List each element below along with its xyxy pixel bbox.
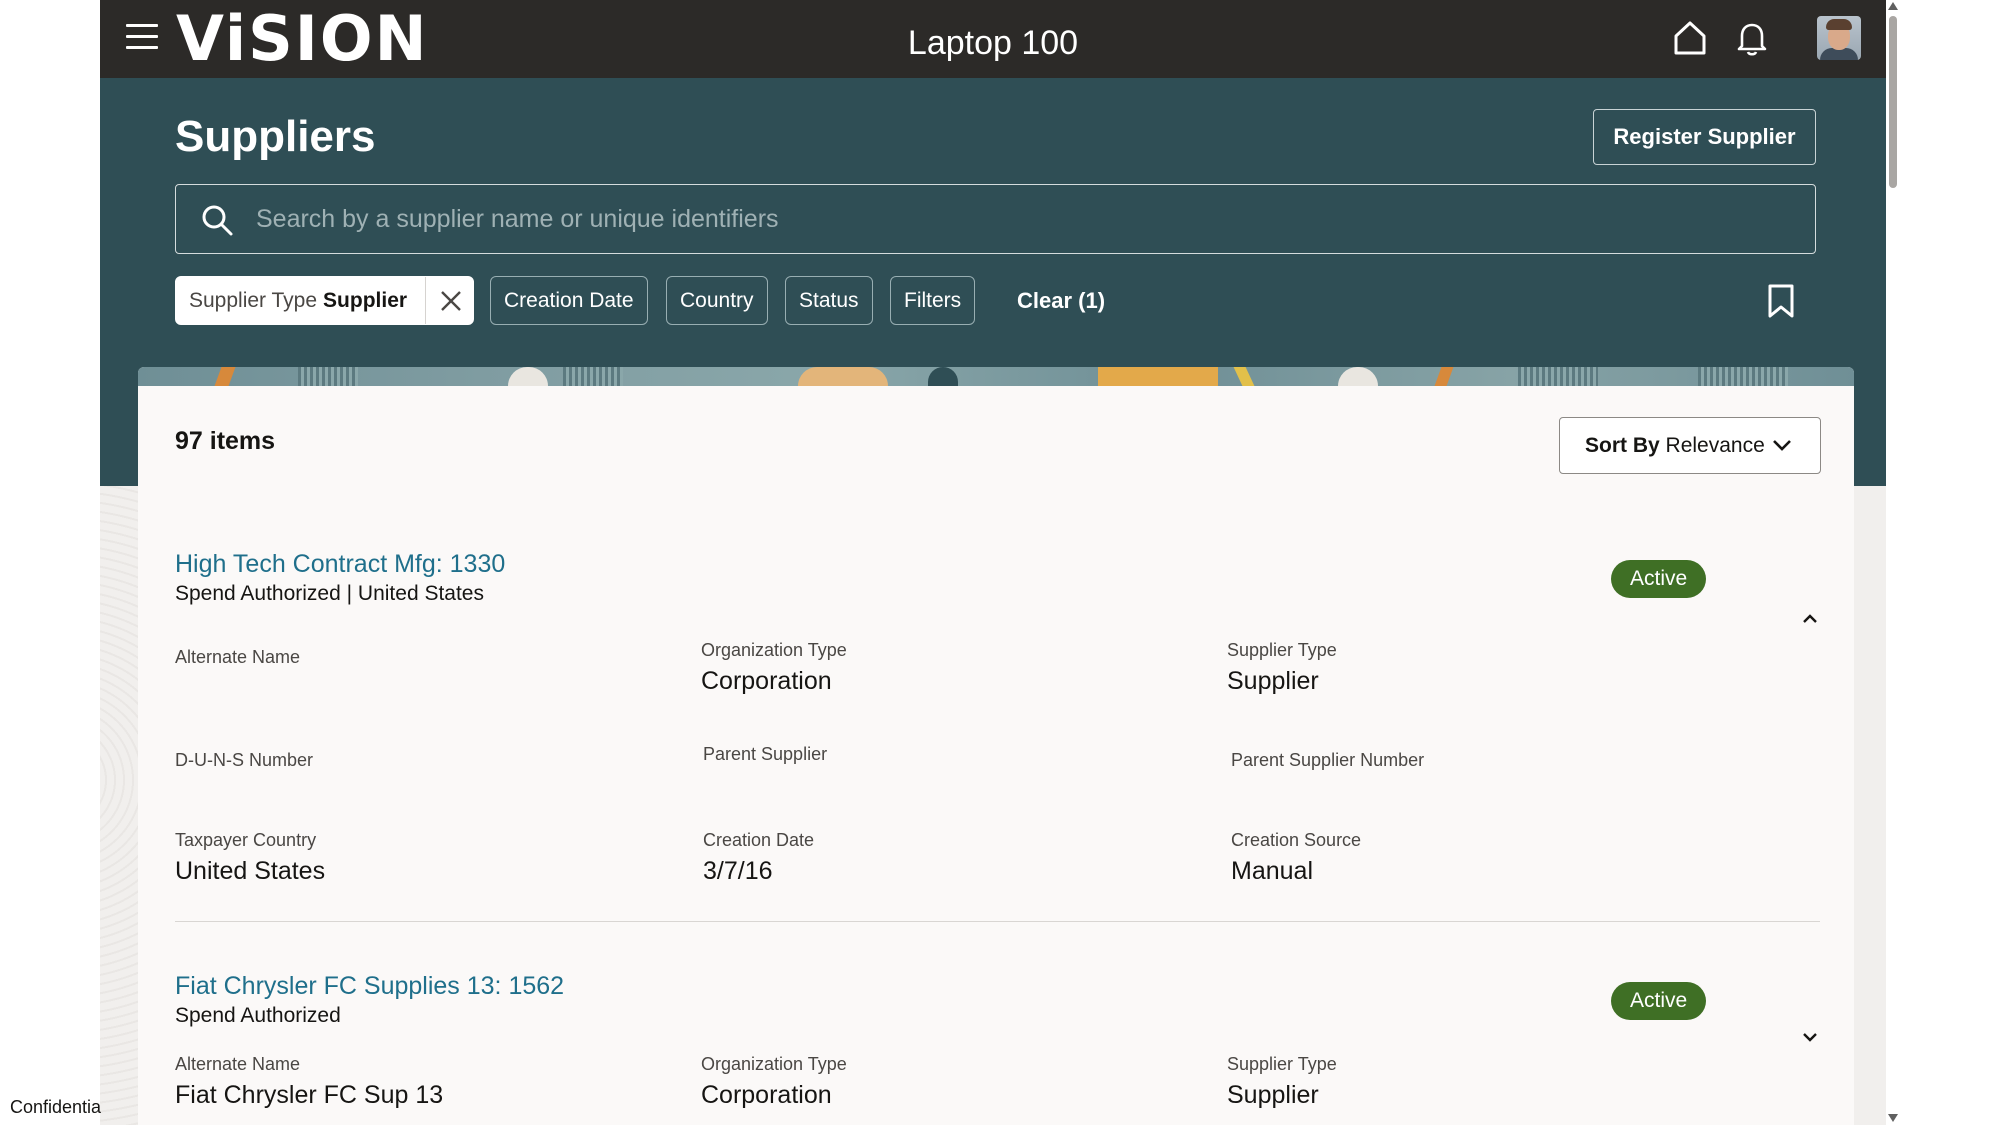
filter-chip-status[interactable]: Status bbox=[785, 276, 873, 325]
search-input[interactable] bbox=[256, 185, 1796, 253]
field-taxpayer-country: Taxpayer Country United States bbox=[175, 830, 325, 886]
supplier-name-link[interactable]: High Tech Contract Mfg: 1330 bbox=[175, 550, 505, 579]
app-title: Laptop 100 bbox=[907, 24, 1079, 62]
filter-chip-filters[interactable]: Filters bbox=[890, 276, 976, 325]
chevron-up-icon[interactable] bbox=[1801, 612, 1819, 630]
field-label: Alternate Name bbox=[175, 1054, 301, 1074]
avatar[interactable] bbox=[1817, 16, 1861, 60]
scroll-up-arrow-icon[interactable] bbox=[1888, 2, 1898, 10]
remove-filter-button[interactable] bbox=[425, 277, 473, 324]
supplier-subtitle: Spend Authorized bbox=[175, 1004, 341, 1027]
field-label: Supplier Type bbox=[1227, 640, 1337, 660]
field-alternate-name: Alternate Name Fiat Chrysler FC Sup 13 bbox=[175, 1054, 443, 1110]
field-label: Organization Type bbox=[701, 1054, 847, 1074]
bookmark-icon[interactable] bbox=[1766, 283, 1796, 324]
page: ViSION Laptop 100 Suppliers Register Sup… bbox=[100, 0, 1886, 1125]
bell-icon[interactable] bbox=[1732, 18, 1772, 58]
field-supplier-type: Supplier Type Supplier bbox=[1227, 640, 1337, 696]
field-label: Creation Source bbox=[1231, 830, 1362, 850]
field-creation-date: Creation Date 3/7/16 bbox=[703, 830, 814, 886]
supplier-card: Fiat Chrysler FC Supplies 13: 1562 Spend… bbox=[175, 972, 1820, 1125]
field-label: Creation Date bbox=[703, 830, 815, 850]
status-badge: Active bbox=[1611, 982, 1707, 1020]
field-value: Corporation bbox=[701, 1081, 832, 1109]
sort-label: Sort By bbox=[1585, 434, 1660, 457]
field-parent-supplier: Parent Supplier bbox=[703, 744, 827, 771]
scroll-down-arrow-icon[interactable] bbox=[1888, 1114, 1898, 1122]
filter-chip-supplier-type[interactable]: Supplier Type Supplier bbox=[175, 276, 474, 325]
page-title: Suppliers bbox=[175, 112, 376, 161]
field-label: Parent Supplier bbox=[703, 744, 828, 764]
field-value: Fiat Chrysler FC Sup 13 bbox=[175, 1081, 444, 1109]
vertical-scrollbar[interactable] bbox=[1886, 0, 1900, 1125]
field-value: United States bbox=[175, 857, 326, 885]
supplier-name-link[interactable]: Fiat Chrysler FC Supplies 13: 1562 bbox=[175, 972, 564, 1001]
field-label: Supplier Type bbox=[1227, 1054, 1337, 1074]
field-label: Organization Type bbox=[701, 640, 847, 660]
filter-chip-creation-date[interactable]: Creation Date bbox=[490, 276, 648, 325]
status-badge: Active bbox=[1611, 560, 1707, 598]
field-alternate-name: Alternate Name bbox=[175, 647, 300, 674]
sort-select[interactable]: Sort By Relevance bbox=[1559, 417, 1821, 474]
filter-chip-country[interactable]: Country bbox=[666, 276, 768, 325]
field-value: Corporation bbox=[701, 667, 832, 695]
field-label: Taxpayer Country bbox=[175, 830, 317, 850]
decorative-banner bbox=[138, 367, 1854, 386]
supplier-card: High Tech Contract Mfg: 1330 Spend Autho… bbox=[175, 550, 1820, 922]
results-card: 97 items Sort By Relevance High Tech Con… bbox=[138, 367, 1854, 1125]
sort-value: Relevance bbox=[1665, 434, 1765, 457]
filter-chip-label: Supplier Type bbox=[189, 289, 318, 312]
field-supplier-type: Supplier Type Supplier bbox=[1227, 1054, 1337, 1110]
chevron-down-icon bbox=[1773, 440, 1791, 451]
register-supplier-button[interactable]: Register Supplier bbox=[1593, 109, 1816, 165]
field-value: Supplier bbox=[1227, 667, 1319, 695]
field-label: D-U-N-S Number bbox=[175, 750, 314, 770]
items-count: 97 items bbox=[175, 427, 276, 455]
field-organization-type: Organization Type Corporation bbox=[701, 640, 847, 696]
filter-chip-value: Supplier bbox=[323, 289, 408, 312]
top-bar: ViSION Laptop 100 bbox=[100, 0, 1886, 78]
search-box[interactable] bbox=[175, 184, 1816, 254]
field-duns-number: D-U-N-S Number bbox=[175, 750, 313, 777]
field-value: Supplier bbox=[1227, 1081, 1319, 1109]
field-organization-type: Organization Type Corporation bbox=[701, 1054, 847, 1110]
search-icon bbox=[202, 205, 233, 236]
chevron-down-icon[interactable] bbox=[1801, 1030, 1819, 1048]
home-icon[interactable] bbox=[1670, 18, 1710, 58]
supplier-subtitle: Spend Authorized | United States bbox=[175, 582, 484, 605]
field-label: Parent Supplier Number bbox=[1231, 750, 1425, 770]
field-parent-supplier-number: Parent Supplier Number bbox=[1231, 750, 1424, 777]
field-value: 3/7/16 bbox=[703, 857, 773, 885]
field-label: Alternate Name bbox=[175, 647, 301, 667]
close-icon bbox=[441, 291, 461, 311]
field-creation-source: Creation Source Manual bbox=[1231, 830, 1361, 886]
clear-filters-button[interactable]: Clear (1) bbox=[1017, 276, 1105, 325]
confidential-label: Confidential bbox=[10, 1097, 102, 1117]
scroll-thumb[interactable] bbox=[1889, 16, 1897, 188]
field-value: Manual bbox=[1231, 857, 1313, 885]
